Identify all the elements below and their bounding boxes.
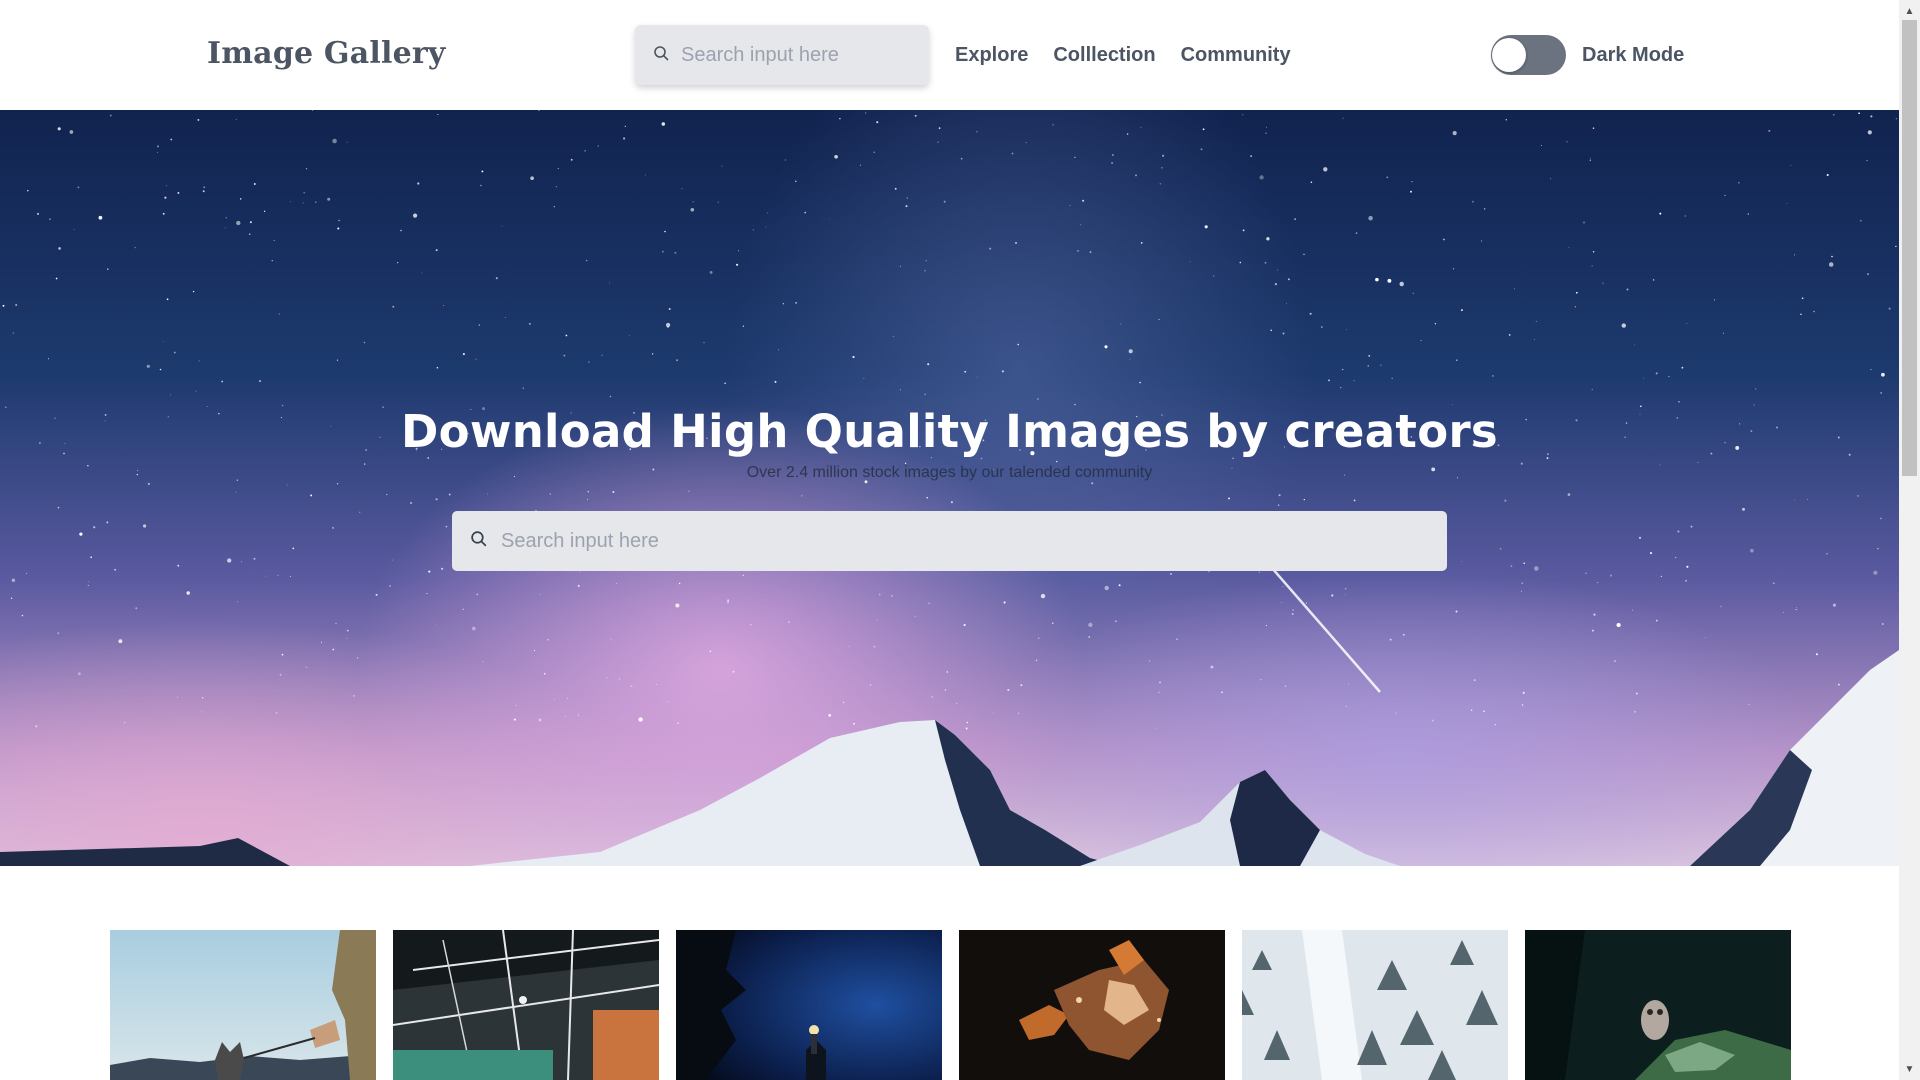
dark-mode-toggle[interactable] bbox=[1491, 35, 1566, 75]
gallery-image-snow-forest[interactable] bbox=[1242, 930, 1508, 1080]
header-search-input[interactable] bbox=[681, 43, 911, 67]
gallery-image-industrial-ceiling[interactable] bbox=[393, 930, 659, 1080]
gallery-image-owl[interactable] bbox=[1525, 930, 1791, 1080]
toggle-knob bbox=[1492, 38, 1526, 72]
mountain-silhouette bbox=[0, 559, 1899, 866]
nav-community[interactable]: Community bbox=[1181, 44, 1291, 67]
hero-search-input[interactable] bbox=[501, 529, 1401, 553]
gallery-image-fox[interactable] bbox=[959, 930, 1225, 1080]
scrollbar-thumb[interactable] bbox=[1902, 20, 1917, 476]
chevron-down-icon[interactable]: ▼ bbox=[1899, 1060, 1920, 1078]
page-scrollbar[interactable]: ▲ ▼ bbox=[1899, 0, 1920, 1080]
gallery-image-night-tree[interactable] bbox=[676, 930, 942, 1080]
chevron-up-icon[interactable]: ▲ bbox=[1899, 2, 1920, 20]
nav-collection[interactable]: Colllection bbox=[1053, 44, 1155, 67]
search-icon bbox=[653, 45, 669, 66]
site-logo[interactable]: Image Gallery bbox=[207, 36, 446, 71]
gallery-image-person-dog[interactable] bbox=[110, 930, 376, 1080]
search-icon bbox=[470, 530, 487, 552]
hero-title: Download High Quality Images by creators bbox=[400, 405, 1499, 458]
nav-explore[interactable]: Explore bbox=[955, 44, 1028, 67]
header-search-box[interactable] bbox=[635, 25, 929, 85]
dark-mode-label: Dark Mode bbox=[1582, 44, 1685, 66]
image-gallery-grid bbox=[110, 930, 1791, 1080]
top-navigation-bar: Image Gallery Explore Colllection Commun… bbox=[0, 0, 1899, 110]
main-nav: Explore Colllection Community bbox=[955, 44, 1291, 67]
hero-subtitle: Over 2.4 million stock images by our tal… bbox=[746, 464, 1153, 481]
hero-search-box[interactable] bbox=[452, 511, 1447, 571]
hero-banner: Download High Quality Images by creators… bbox=[0, 110, 1899, 866]
